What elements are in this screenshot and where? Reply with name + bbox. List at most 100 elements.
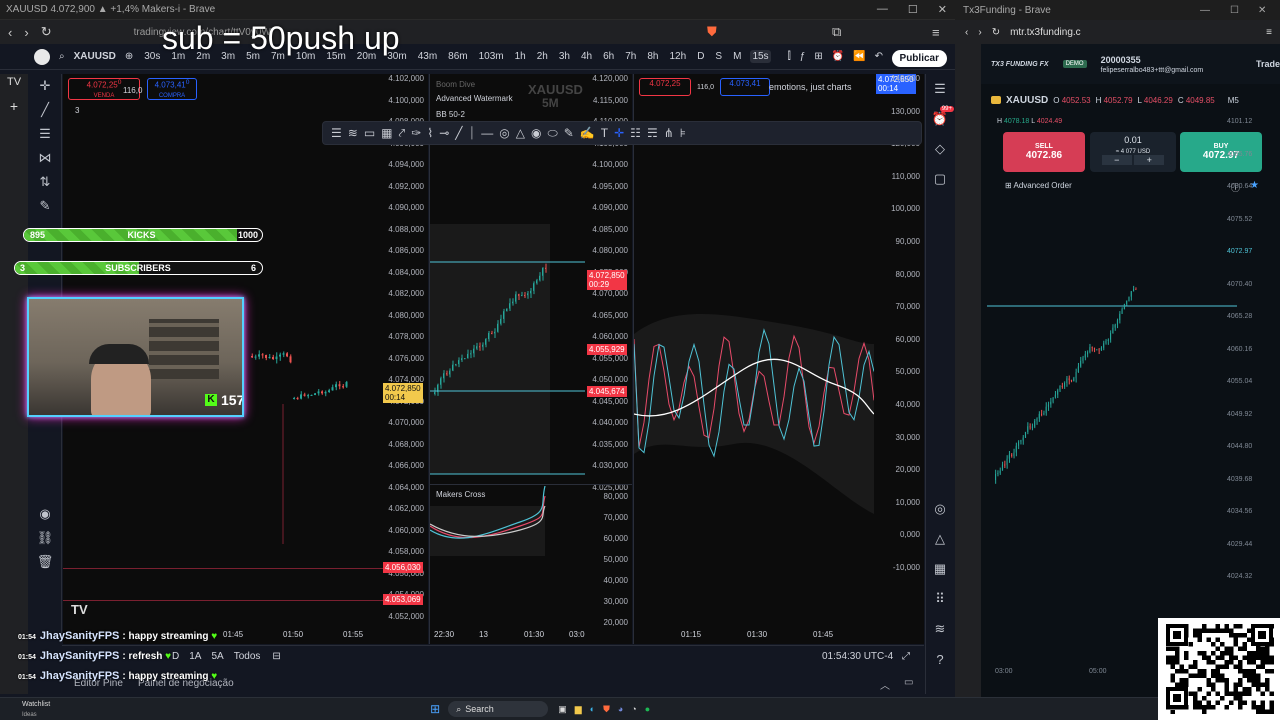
text-lines-icon[interactable]: ☰ — [331, 126, 342, 140]
maximize-panel-icon[interactable]: ▭ — [904, 677, 913, 688]
undo-icon[interactable]: ↶ — [875, 51, 883, 62]
brush-tool-icon[interactable]: ✎ — [564, 126, 574, 140]
trendline-icon[interactable]: ╱ — [28, 98, 62, 122]
grid-icon[interactable]: ▦ — [381, 126, 392, 140]
pitchfork-icon[interactable]: ⋔ — [664, 126, 674, 140]
right-reload-icon[interactable]: ↻ — [992, 27, 1000, 38]
right-chart[interactable] — [987, 210, 1237, 680]
symbol-name[interactable]: XAUUSD — [74, 51, 116, 62]
trash-icon[interactable]: 🗑 — [28, 550, 62, 574]
link-icon[interactable]: ⛓ — [28, 526, 62, 550]
apps-icon[interactable]: ⠿ — [926, 584, 954, 614]
prediction-icon[interactable]: ⇅ — [28, 170, 62, 194]
timeframe-6h[interactable]: 6h — [601, 50, 616, 63]
timeframe-M[interactable]: M — [731, 50, 743, 63]
timeframe-4h[interactable]: 4h — [579, 50, 594, 63]
chart-type-icon[interactable]: ⫿ — [788, 51, 791, 62]
timeframe-15s[interactable]: 15s — [750, 50, 771, 63]
tv-logo-icon[interactable] — [34, 48, 50, 65]
volume-minus-button[interactable]: − — [1101, 155, 1132, 165]
replay-icon[interactable]: ⏪ — [853, 51, 865, 62]
path-icon[interactable]: ⤤ — [399, 126, 406, 141]
account-block[interactable]: 20000355 felipeserralbo483+ttt@gmail.com — [1101, 55, 1204, 74]
timeframe-1h[interactable]: 1h — [513, 50, 528, 63]
fib-tool-icon[interactable]: ☷ — [630, 126, 641, 140]
timeframe-30s[interactable]: 30s — [142, 50, 162, 63]
files-icon[interactable]: ▆ — [575, 704, 582, 715]
timeframe-86m[interactable]: 86m — [446, 50, 469, 63]
extensions-icon[interactable]: ⧉ — [832, 24, 841, 40]
spiral-icon[interactable]: ◉ — [531, 126, 541, 140]
ellipse-icon[interactable]: ⬭ — [548, 126, 558, 141]
pattern-icon[interactable]: ⋈ — [28, 146, 62, 170]
brave-shield-icon[interactable]: ⛊ — [707, 24, 717, 40]
maximize-icon[interactable]: ☐ — [908, 3, 918, 16]
layout-icon[interactable]: ⊞ — [814, 51, 822, 62]
chart-pane-2[interactable]: XAUUSD 5M Boom Dive Advanced Watermark B… — [429, 74, 632, 644]
rectangle-icon[interactable]: ▭ — [364, 126, 375, 140]
help-icon[interactable]: ? — [926, 644, 954, 674]
shapes-icon[interactable]: △ — [926, 524, 954, 554]
start-icon[interactable]: ⊞ — [430, 702, 440, 716]
polyline-icon[interactable]: ⌇ — [427, 126, 433, 140]
publish-button[interactable]: Publicar — [891, 50, 947, 67]
new-tab-icon[interactable]: + — [0, 98, 28, 114]
clock-readout[interactable]: 01:54:30 UTC-4 — [822, 651, 893, 662]
timeframe-3h[interactable]: 3h — [557, 50, 572, 63]
task-view-icon[interactable]: ▣ — [558, 704, 567, 715]
menu-icon[interactable]: ≡ — [932, 25, 940, 40]
hline-icon[interactable]: — — [481, 126, 493, 140]
widget-block[interactable]: Watchlist Ideas — [22, 699, 50, 719]
pen-icon[interactable]: ✑ — [411, 126, 421, 140]
signal-icon[interactable]: ≋ — [926, 614, 954, 644]
advanced-order-row[interactable]: ⊞ Advanced Order — [1005, 181, 1072, 190]
add-symbol-icon[interactable]: ⊕ — [125, 51, 133, 62]
timeframe-D[interactable]: D — [695, 50, 706, 63]
timeframe-103m[interactable]: 103m — [477, 50, 506, 63]
collapse-icon[interactable]: ︿ — [880, 677, 890, 692]
date-range-icon[interactable]: ⊟ — [272, 651, 280, 662]
fullscreen-icon[interactable]: ⤢ — [902, 651, 910, 662]
timeframe-43m[interactable]: 43m — [416, 50, 439, 63]
right-maximize-icon[interactable]: ☐ — [1230, 5, 1239, 16]
triangle-icon[interactable]: △ — [516, 126, 525, 140]
symbol-search-icon[interactable]: ⌕ — [59, 51, 65, 62]
reload-icon[interactable]: ↻ — [41, 24, 52, 40]
indicators-icon[interactable]: ƒ — [800, 51, 806, 62]
right-menu-icon[interactable]: ≡ — [1266, 27, 1272, 38]
chat-icon[interactable]: ▢ — [926, 164, 954, 194]
timeframe-12h[interactable]: 12h — [668, 50, 689, 63]
crosshair-icon[interactable]: ✛ — [28, 74, 62, 98]
layers-icon[interactable]: ◇ — [926, 134, 954, 164]
fib-icon[interactable]: ☰ — [28, 122, 62, 146]
horizontal-ray-icon[interactable]: ⊸ — [439, 126, 449, 140]
sell-button[interactable]: SELL 4072.86 — [1003, 132, 1085, 172]
more-tools-icon[interactable]: ⊧ — [680, 126, 686, 140]
right-url-field[interactable]: mtr.tx3funding.c — [1010, 27, 1081, 38]
watchlist-icon[interactable]: ☰ — [926, 74, 954, 104]
back-icon[interactable]: ‹ — [8, 25, 12, 40]
brave-icon[interactable]: ⛊ — [603, 704, 610, 715]
timeframe-7h[interactable]: 7h — [623, 50, 638, 63]
tv-home-icon[interactable]: TV — [0, 76, 28, 88]
taskbar-search[interactable]: ⌕ Search — [448, 701, 549, 717]
spotify-icon[interactable]: ● — [645, 704, 650, 714]
brush-icon[interactable]: ✎ — [28, 194, 62, 218]
channel-icon[interactable]: ≋ — [348, 126, 358, 140]
highlighter-icon[interactable]: ✍ — [580, 126, 595, 140]
right-timeframe[interactable]: M5 — [1228, 96, 1239, 105]
timeframe-8h[interactable]: 8h — [645, 50, 660, 63]
steam-icon[interactable]: ◔ — [631, 704, 636, 714]
text-icon[interactable]: T — [601, 126, 608, 140]
circle-icon[interactable]: ◎ — [499, 126, 509, 140]
right-minimize-icon[interactable]: — — [1200, 5, 1210, 16]
minimize-icon[interactable]: — — [877, 3, 888, 16]
right-back-icon[interactable]: ‹ — [965, 27, 968, 38]
timeframe-2h[interactable]: 2h — [535, 50, 550, 63]
target-icon[interactable]: ◎ — [926, 494, 954, 524]
cross-tool-icon[interactable]: ✛ — [614, 126, 624, 140]
gann-icon[interactable]: ☴ — [647, 126, 658, 140]
right-symbol[interactable]: XAUUSD — [1006, 95, 1048, 106]
timeframe-S[interactable]: S — [713, 50, 724, 63]
calendar-icon[interactable]: ▦ — [926, 554, 954, 584]
